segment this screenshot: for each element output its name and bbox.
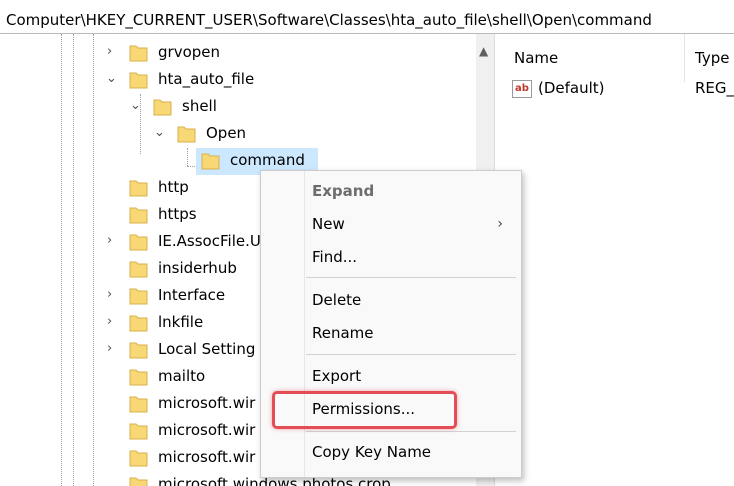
chevron-down-icon[interactable]: ⌄ (130, 98, 141, 113)
folder-icon (129, 234, 148, 251)
tree-item-label: insiderhub (158, 259, 237, 277)
menu-separator (306, 431, 516, 432)
tree-item-label: Interface (158, 286, 226, 304)
tree-item-shell[interactable]: ⌄ shell (0, 94, 476, 121)
folder-open-icon (153, 99, 172, 116)
chevron-down-icon[interactable]: ⌄ (154, 125, 165, 140)
folder-icon (129, 180, 148, 197)
chevron-right-icon[interactable]: › (107, 44, 112, 59)
tree-item-label: command (230, 151, 305, 169)
folder-icon (129, 45, 148, 62)
folder-icon (129, 342, 148, 359)
tree-item-label: IE.AssocFile.U (158, 232, 261, 250)
menu-item-new[interactable]: New (312, 215, 345, 233)
tree-item-label: Open (206, 124, 247, 142)
tree-item-label: shell (182, 97, 217, 115)
tree-item-label: microsoft.wir (158, 448, 256, 466)
column-header-name[interactable]: Name (514, 34, 684, 82)
tree-item-label: lnkfile (158, 313, 204, 331)
folder-icon (129, 261, 148, 278)
tree-item-label: hta_auto_file (158, 70, 255, 88)
tree-item-hta-auto-file[interactable]: ⌄ hta_auto_file (0, 67, 476, 94)
menu-item-find[interactable]: Find... (312, 248, 357, 266)
scroll-up-arrow-icon[interactable]: ▲ (479, 44, 488, 58)
folder-icon (129, 369, 148, 386)
folder-icon (129, 423, 148, 440)
value-row-default[interactable]: (Default) (538, 79, 605, 105)
folder-icon (129, 207, 148, 224)
folder-icon (129, 315, 148, 332)
tree-item-label: grvopen (158, 43, 220, 61)
string-value-icon: ab (512, 80, 532, 98)
address-bar[interactable]: Computer\HKEY_CURRENT_USER\Software\Clas… (0, 0, 734, 34)
folder-open-icon (129, 72, 148, 89)
value-name: (Default) (538, 79, 605, 97)
address-path: Computer\HKEY_CURRENT_USER\Software\Clas… (6, 11, 652, 29)
folder-icon (129, 450, 148, 467)
column-header-type[interactable]: Type (684, 34, 734, 82)
chevron-down-icon[interactable]: ⌄ (106, 71, 117, 86)
tree-item-label: http (158, 178, 189, 196)
tree-item-label: https (158, 205, 197, 223)
tree-item-open[interactable]: ⌄ Open (0, 121, 476, 148)
menu-separator (306, 354, 516, 355)
tree-item-label: microsoft.wir (158, 394, 256, 412)
tree-item-label: microsoft.wir (158, 421, 256, 439)
menu-item-rename[interactable]: Rename (312, 324, 374, 342)
folder-icon (129, 477, 148, 486)
menu-item-delete[interactable]: Delete (312, 291, 361, 309)
chevron-right-icon[interactable]: › (107, 233, 112, 248)
menu-item-export[interactable]: Export (312, 367, 361, 385)
chevron-right-icon[interactable]: › (107, 341, 112, 356)
chevron-right-icon[interactable]: › (107, 287, 112, 302)
folder-icon (201, 153, 220, 170)
tree-item-label: mailto (158, 367, 206, 385)
values-pane[interactable]: Name Type ab (Default) REG_ (504, 34, 734, 486)
chevron-right-icon[interactable]: › (107, 314, 112, 329)
tree-item-grvopen[interactable]: › grvopen (0, 40, 476, 67)
value-type: REG_ (695, 79, 734, 97)
permissions-highlight-box (272, 391, 457, 429)
menu-icon-gutter (304, 171, 305, 477)
menu-item-expand[interactable]: Expand (312, 182, 374, 200)
folder-icon (129, 288, 148, 305)
menu-separator (306, 277, 516, 278)
submenu-arrow-icon: › (497, 216, 503, 232)
folder-open-icon (177, 126, 196, 143)
context-menu[interactable]: Expand New › Find... Delete Rename Expor… (260, 170, 522, 478)
folder-icon (129, 396, 148, 413)
tree-item-label: Local Setting (158, 340, 256, 358)
menu-item-copy-key-name[interactable]: Copy Key Name (312, 443, 431, 461)
